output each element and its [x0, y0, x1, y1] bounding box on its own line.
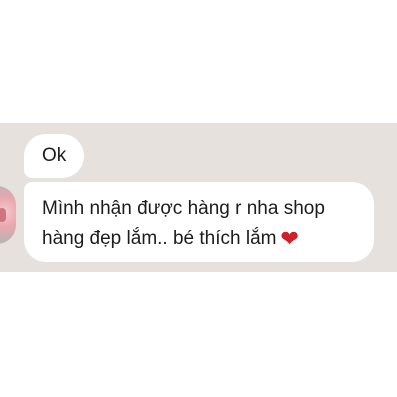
- sender-avatar[interactable]: [0, 186, 16, 244]
- message-line-2-text: hàng đẹp lắm.. bé thích lắm: [42, 228, 277, 249]
- message-text: Ok: [42, 145, 67, 166]
- chat-area: Ok Mình nhận được hàng r nha shop hàng đ…: [0, 123, 397, 272]
- message-line-2: hàng đẹp lắm.. bé thích lắm ❤: [42, 224, 356, 254]
- chat-screenshot: Ok Mình nhận được hàng r nha shop hàng đ…: [0, 0, 397, 397]
- message-bubble: Ok: [24, 134, 85, 178]
- message-line-1: Mình nhận được hàng r nha shop: [42, 198, 325, 219]
- message-bubble: Mình nhận được hàng r nha shop hàng đẹp …: [24, 182, 374, 262]
- heart-icon: ❤: [280, 226, 299, 251]
